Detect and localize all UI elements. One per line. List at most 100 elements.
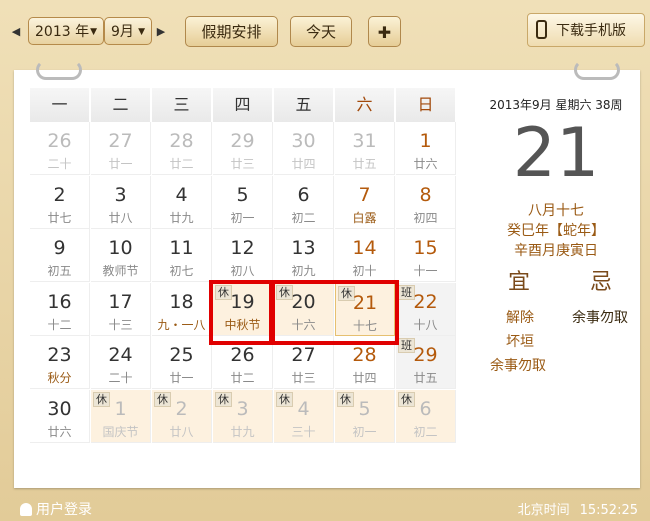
day-cell[interactable]: 2 廿七 [30, 175, 90, 229]
day-cell[interactable]: 26 二十 [30, 122, 90, 175]
ji-heading: 忌 [590, 270, 613, 295]
lunar-label: 廿二 [230, 371, 255, 385]
user-icon [20, 503, 32, 516]
day-cell[interactable]: 休 3 廿九 [213, 389, 273, 443]
day-number: 25 [169, 344, 194, 366]
day-cell[interactable]: 15 十一 [396, 229, 456, 282]
day-number: 9 [53, 237, 66, 259]
lunar-label: 廿四 [291, 157, 316, 171]
day-cell[interactable]: 休 4 三十 [274, 389, 334, 443]
day-cell[interactable]: 27 廿一 [91, 122, 151, 175]
day-cell[interactable]: 30 廿四 [274, 122, 334, 175]
day-cell[interactable]: 28 廿二 [152, 122, 212, 175]
lunar-label: 九・一八 [157, 317, 206, 332]
lunar-label: 十八 [413, 317, 438, 332]
day-number: 5 [236, 183, 249, 206]
day-number: 29 [413, 344, 438, 366]
ganzhi-day: 辛酉月庚寅日 [514, 243, 598, 259]
day-cell[interactable]: 18 九・一八 [152, 282, 212, 336]
day-number: 28 [169, 130, 194, 152]
day-number: 31 [352, 130, 377, 152]
day-cell[interactable]: 14 初十 [335, 229, 395, 282]
day-detail-panel: 2013年9月 星期六 38周 21 八月十七 癸巳年【蛇年】 辛酉月庚寅日 宜… [470, 90, 642, 390]
year-value: 2013 年 [35, 24, 90, 40]
day-cell[interactable]: 25 廿一 [152, 336, 212, 389]
lunar-label: 廿一 [169, 371, 194, 385]
yi-item: 余事勿取 [490, 358, 546, 374]
holiday-schedule-button[interactable]: 假期安排 [185, 16, 278, 47]
day-cell[interactable]: 4 廿九 [152, 175, 212, 229]
day-cell[interactable]: 3 廿八 [91, 175, 151, 229]
lunar-label: 廿三 [291, 371, 316, 385]
day-cell[interactable]: 休 5 初一 [335, 389, 395, 443]
day-cell[interactable]: 7 白露 [335, 175, 395, 229]
day-cell[interactable]: 休 2 廿八 [152, 389, 212, 443]
day-number: 2 [53, 183, 66, 206]
day-cell[interactable]: 11 初七 [152, 229, 212, 282]
day-cell[interactable]: 10 教师节 [91, 229, 151, 282]
year-select[interactable]: 2013 年 ▼ [28, 17, 104, 45]
lunar-label: 白露 [352, 210, 377, 225]
lunar-label: 初二 [413, 424, 438, 439]
day-number: 16 [47, 290, 72, 313]
next-month-arrow-icon[interactable]: ▶ [155, 24, 167, 40]
prev-month-arrow-icon[interactable]: ◀ [10, 24, 22, 40]
lunar-label: 十一 [413, 264, 438, 278]
day-cell[interactable]: 班 29 廿五 [396, 336, 456, 389]
day-cell[interactable]: 8 初四 [396, 175, 456, 229]
lunar-label: 初七 [169, 264, 194, 278]
lunar-label: 初八 [230, 264, 255, 278]
lunar-date: 八月十七 [528, 203, 584, 219]
day-cell[interactable]: 23 秋分 [30, 336, 90, 389]
day-number: 26 [230, 344, 255, 366]
day-cell[interactable]: 班 22 十八 [396, 282, 456, 336]
user-login-link[interactable]: 用户登录 [20, 499, 92, 519]
day-cell[interactable]: 16 十二 [30, 282, 90, 336]
day-cell[interactable]: 17 十三 [91, 282, 151, 336]
day-number: 27 [108, 130, 133, 152]
day-number: 14 [352, 237, 377, 259]
weekday-header: 四 [213, 88, 273, 122]
day-cell[interactable]: 13 初九 [274, 229, 334, 282]
day-cell[interactable]: 1 廿六 [396, 122, 456, 175]
day-number: 30 [47, 397, 72, 420]
lunar-label: 廿五 [413, 371, 438, 385]
ganzhi-year: 癸巳年【蛇年】 [507, 223, 605, 239]
day-number: 6 [297, 183, 310, 206]
lunar-label: 三十 [291, 424, 316, 439]
day-cell[interactable]: 5 初一 [213, 175, 273, 229]
day-number: 2 [175, 397, 188, 420]
day-cell[interactable]: 休 6 初二 [396, 389, 456, 443]
month-select[interactable]: 9月 ▼ [104, 17, 152, 45]
day-number: 4 [297, 397, 310, 420]
yi-item: 解除 [506, 310, 534, 326]
day-cell[interactable]: 9 初五 [30, 229, 90, 282]
weekday-header: 日 [396, 88, 456, 122]
chevron-down-icon: ▼ [138, 27, 145, 37]
day-number: 30 [291, 130, 316, 152]
day-cell[interactable]: 休 1 国庆节 [91, 389, 151, 443]
today-button[interactable]: 今天 [290, 16, 352, 47]
day-number: 3 [236, 397, 249, 420]
ji-item: 余事勿取 [572, 310, 628, 326]
day-cell[interactable]: 6 初二 [274, 175, 334, 229]
download-mobile-button[interactable]: 下载手机版 [527, 13, 645, 47]
binder-ring [574, 60, 620, 80]
date-summary: 2013年9月 星期六 38周 [489, 98, 623, 112]
day-cell[interactable]: 30 廿六 [30, 389, 90, 443]
day-cell[interactable]: 24 二十 [91, 336, 151, 389]
day-number: 8 [419, 183, 432, 206]
weekday-header: 三 [152, 88, 212, 122]
clock-label: 北京时间 [517, 503, 570, 518]
day-number: 26 [47, 130, 72, 152]
lunar-label: 十三 [108, 317, 133, 332]
day-cell[interactable]: 29 廿三 [213, 122, 273, 175]
yi-heading: 宜 [508, 270, 531, 295]
binder-ring [36, 60, 82, 80]
day-number: 13 [291, 237, 316, 259]
lunar-label: 廿九 [230, 424, 255, 439]
day-cell[interactable]: 31 廿五 [335, 122, 395, 175]
day-cell[interactable]: 12 初八 [213, 229, 273, 282]
add-button[interactable]: ✚ [368, 16, 401, 47]
weekday-header: 二 [91, 88, 151, 122]
